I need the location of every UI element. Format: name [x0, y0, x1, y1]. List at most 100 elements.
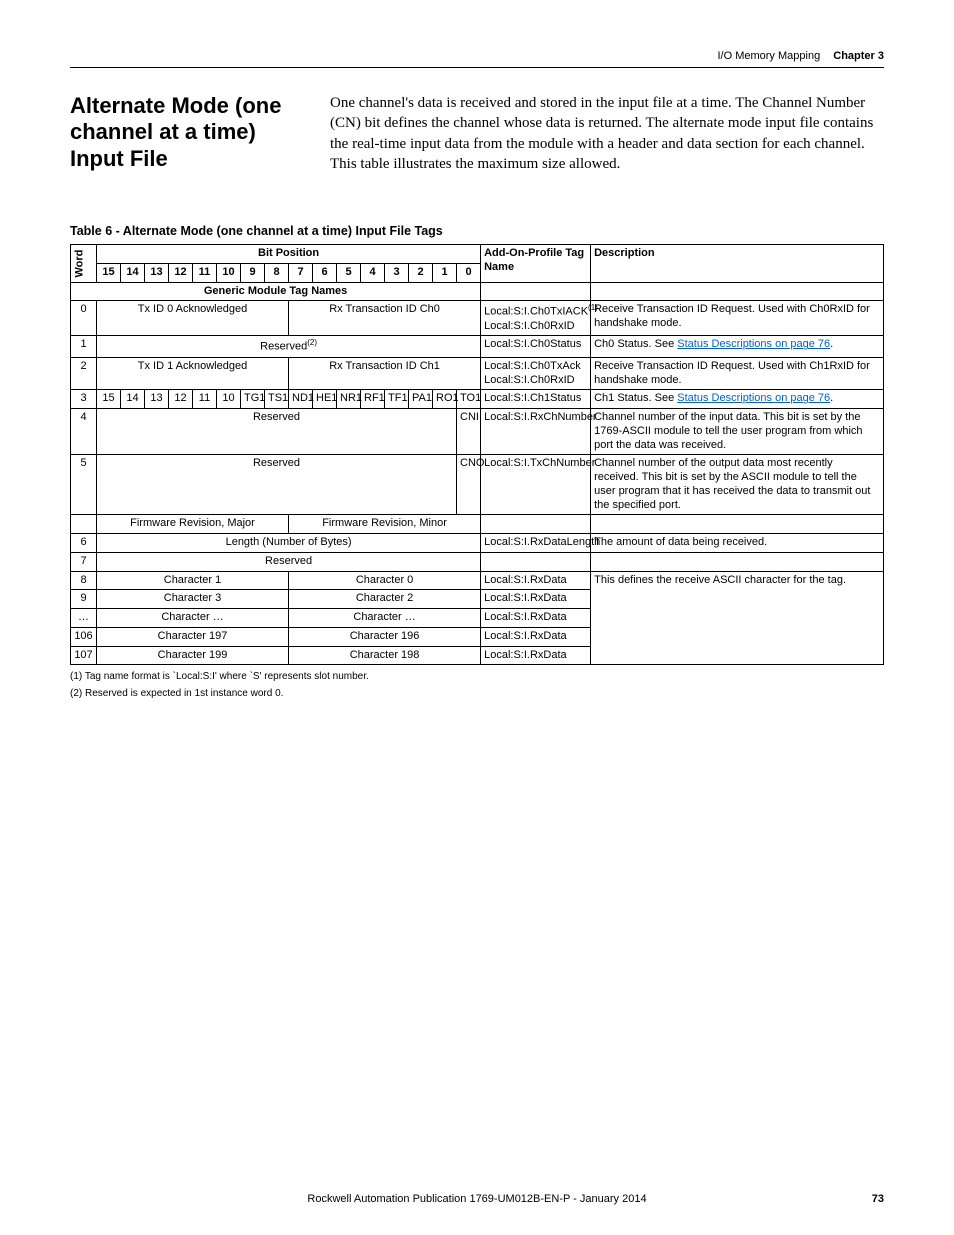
status-link[interactable]: Status Descriptions on page 76	[677, 392, 830, 404]
table-row: 7 Reserved	[71, 552, 884, 571]
table-row: Firmware Revision, Major Firmware Revisi…	[71, 515, 884, 534]
breadcrumb-chapter: Chapter 3	[833, 50, 884, 62]
desc-cell: Receive Transaction ID Request. Used wit…	[591, 301, 884, 336]
bit-11: 11	[193, 263, 217, 282]
bit-3: 3	[385, 263, 409, 282]
cell: Length (Number of Bytes)	[97, 534, 481, 553]
bit-1: 1	[433, 263, 457, 282]
table-row: 8 Character 1 Character 0 Local:S:I.RxDa…	[71, 571, 884, 590]
word-cell: 5	[71, 455, 97, 515]
desc-cell: Ch1 Status. See Status Descriptions on p…	[591, 390, 884, 409]
cell: RO1	[433, 390, 457, 409]
word-cell: …	[71, 609, 97, 628]
cell: RF1	[361, 390, 385, 409]
cell: Firmware Revision, Major	[97, 515, 289, 534]
cell: CNI	[457, 409, 481, 455]
cell: Rx Transaction ID Ch0	[289, 301, 481, 336]
publication-id: Rockwell Automation Publication 1769-UM0…	[307, 1193, 646, 1205]
table-row: 4 Reserved CNI Local:S:I.RxChNumber Chan…	[71, 409, 884, 455]
word-cell: 7	[71, 552, 97, 571]
cell: Character 1	[97, 571, 289, 590]
word-cell: 0	[71, 301, 97, 336]
footnote-1: (1) Tag name format is `Local:S:I' where…	[70, 671, 884, 682]
desc-cell: This defines the receive ASCII character…	[591, 571, 884, 665]
bit-10: 10	[217, 263, 241, 282]
cell: Firmware Revision, Minor	[289, 515, 481, 534]
page-number: 73	[872, 1193, 884, 1205]
word-cell: 3	[71, 390, 97, 409]
tag-cell: Local:S:I.TxChNumber	[481, 455, 591, 515]
section-heading: Alternate Mode (one channel at a time) I…	[70, 93, 310, 174]
col-bit-position: Bit Position	[97, 245, 481, 264]
cell: Reserved	[97, 552, 481, 571]
col-description: Description	[591, 245, 884, 283]
word-cell: 107	[71, 646, 97, 665]
word-cell: 9	[71, 590, 97, 609]
cell: Character 198	[289, 646, 481, 665]
table-row: 6 Length (Number of Bytes) Local:S:I.RxD…	[71, 534, 884, 553]
cell: 14	[121, 390, 145, 409]
word-cell: 1	[71, 336, 97, 357]
cell: TG1	[241, 390, 265, 409]
table-row: 2 Tx ID 1 Acknowledged Rx Transaction ID…	[71, 357, 884, 390]
input-file-table: Word Bit Position Add-On-Profile Tag Nam…	[70, 244, 884, 665]
cell: TO1	[457, 390, 481, 409]
cell: Reserved	[97, 455, 457, 515]
cell: NR1	[337, 390, 361, 409]
bit-13: 13	[145, 263, 169, 282]
cell: Character 199	[97, 646, 289, 665]
table-row: 5 Reserved CNO Local:S:I.TxChNumber Chan…	[71, 455, 884, 515]
bit-4: 4	[361, 263, 385, 282]
col-addon-tag: Add-On-Profile Tag Name	[481, 245, 591, 283]
cell: 13	[145, 390, 169, 409]
cell: CNO	[457, 455, 481, 515]
breadcrumb-section: I/O Memory Mapping	[717, 50, 820, 62]
word-cell: 6	[71, 534, 97, 553]
tag-cell: Local:S:I.RxData	[481, 627, 591, 646]
tag-cell: Local:S:I.Ch0TxAckLocal:S:I.Ch0RxID	[481, 357, 591, 390]
tag-cell: Local:S:I.Ch0TxIACK(1) Local:S:I.Ch0RxID	[481, 301, 591, 336]
col-word: Word	[71, 245, 97, 283]
table-caption: Table 6 - Alternate Mode (one channel at…	[70, 224, 884, 238]
desc-cell: The amount of data being received.	[591, 534, 884, 553]
tag-cell: Local:S:I.RxData	[481, 646, 591, 665]
cell: Rx Transaction ID Ch1	[289, 357, 481, 390]
cell: Reserved(2)	[97, 336, 481, 357]
word-cell: 2	[71, 357, 97, 390]
tag-cell: Local:S:I.RxDataLength	[481, 534, 591, 553]
page-footer: Rockwell Automation Publication 1769-UM0…	[70, 1193, 884, 1205]
bit-14: 14	[121, 263, 145, 282]
cell: Character …	[289, 609, 481, 628]
tag-cell: Local:S:I.RxChNumber	[481, 409, 591, 455]
table-row: 3 15 14 13 12 11 10 TG1 TS1 ND1 HE1 NR1 …	[71, 390, 884, 409]
table-row: 1 Reserved(2) Local:S:I.Ch0Status Ch0 St…	[71, 336, 884, 357]
cell: 12	[169, 390, 193, 409]
cell: TF1	[385, 390, 409, 409]
cell: PA1	[409, 390, 433, 409]
tag-cell: Local:S:I.RxData	[481, 571, 591, 590]
word-cell: 4	[71, 409, 97, 455]
tag-cell: Local:S:I.Ch0Status	[481, 336, 591, 357]
footnotes: (1) Tag name format is `Local:S:I' where…	[70, 671, 884, 699]
tag-cell: Local:S:I.RxData	[481, 590, 591, 609]
tag-cell: Local:S:I.Ch1Status	[481, 390, 591, 409]
bit-15: 15	[97, 263, 121, 282]
cell: Tx ID 1 Acknowledged	[97, 357, 289, 390]
footnote-2: (2) Reserved is expected in 1st instance…	[70, 688, 884, 699]
table-row: 0 Tx ID 0 Acknowledged Rx Transaction ID…	[71, 301, 884, 336]
bit-5: 5	[337, 263, 361, 282]
desc-cell: Channel number of the input data. This b…	[591, 409, 884, 455]
cell: Tx ID 0 Acknowledged	[97, 301, 289, 336]
tag-cell: Local:S:I.RxData	[481, 609, 591, 628]
generic-module-tag-names: Generic Module Tag Names	[71, 282, 481, 301]
cell: Character 0	[289, 571, 481, 590]
word-cell: 106	[71, 627, 97, 646]
status-link[interactable]: Status Descriptions on page 76	[677, 338, 830, 350]
bit-12: 12	[169, 263, 193, 282]
bit-6: 6	[313, 263, 337, 282]
cell: Character 196	[289, 627, 481, 646]
cell: Character 3	[97, 590, 289, 609]
intro-paragraph: One channel's data is received and store…	[330, 93, 884, 174]
cell: Character 197	[97, 627, 289, 646]
bit-8: 8	[265, 263, 289, 282]
